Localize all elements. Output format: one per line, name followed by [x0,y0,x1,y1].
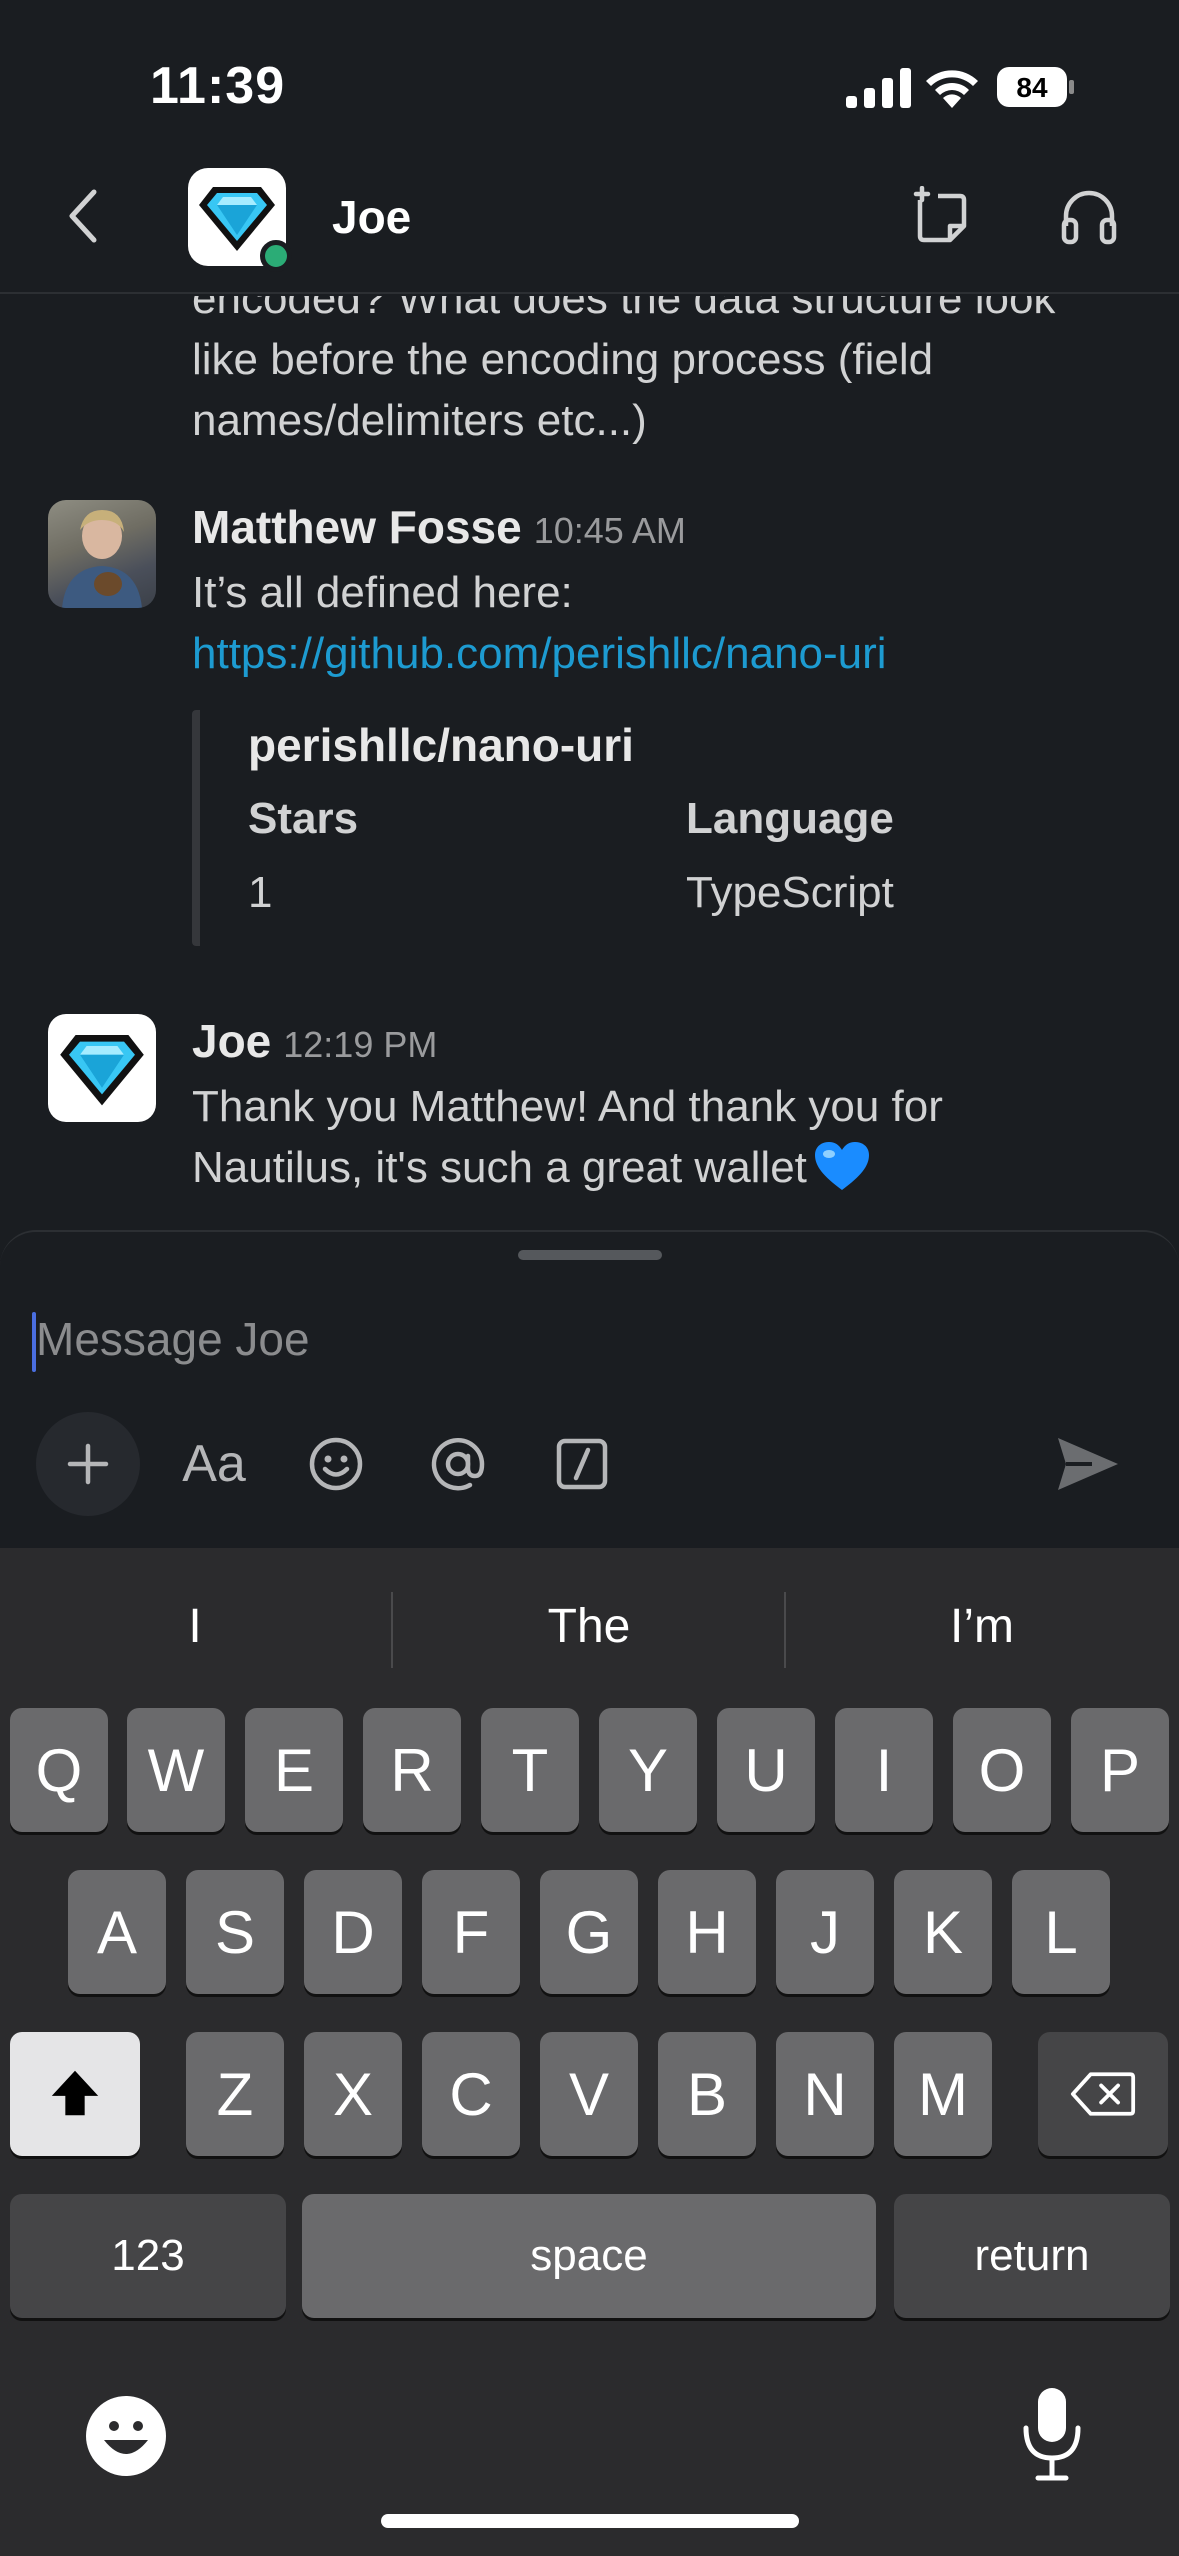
person-photo-icon [62,510,142,608]
canvas-icon[interactable] [910,186,972,248]
slash-command-icon [556,1438,608,1490]
sender-avatar[interactable] [48,1014,156,1122]
key-y[interactable]: Y [599,1708,697,1832]
mention-button[interactable] [406,1412,510,1516]
contact-name[interactable]: Joe [332,190,411,244]
composer-drag-handle[interactable] [518,1250,662,1260]
key-z[interactable]: Z [186,2032,284,2156]
message-text: It’s all defined here: https://github.co… [192,562,1122,684]
suggestion-divider [391,1592,393,1668]
cellular-signal-icon [846,68,911,108]
emoji-button[interactable] [284,1412,388,1516]
unfurl-field-label: Stars [248,794,359,843]
message-item[interactable]: Joe 12:19 PM Thank you Matthew! And thank… [0,1014,1179,1214]
emoji-keyboard-icon[interactable] [84,2394,168,2478]
suggestion-divider [784,1592,786,1668]
key-o[interactable]: O [953,1708,1051,1832]
status-time: 11:39 [150,57,286,115]
unfurl-title[interactable]: perishllc/nano-uri [248,718,634,772]
onscreen-keyboard: I The I’m Q W E R T Y U I O P A S D F G … [0,1548,1179,2556]
slash-command-button[interactable] [530,1412,634,1516]
wifi-icon [926,70,978,108]
home-indicator[interactable] [381,2514,799,2528]
plus-icon [67,1443,109,1485]
key-w[interactable]: W [127,1708,225,1832]
unfurl-field-label: Language [686,794,894,843]
numbers-key[interactable]: 123 [10,2194,286,2318]
key-u[interactable]: U [717,1708,815,1832]
sender-name[interactable]: Matthew Fosse [192,501,522,553]
channel-header: Joe [0,160,1179,294]
message-item[interactable]: Matthew Fosse 10:45 AM It’s all defined h… [0,500,1179,960]
keyboard-suggestions: I The I’m [0,1584,1179,1668]
suggestion-item[interactable]: I [0,1584,390,1668]
message-body: It’s all defined here: [192,568,573,617]
battery-level: 84 [1016,72,1048,103]
send-icon[interactable] [1052,1428,1124,1500]
key-f[interactable]: F [422,1870,520,1994]
key-c[interactable]: C [422,2032,520,2156]
shift-arrow-icon [51,2070,99,2116]
key-k[interactable]: K [894,1870,992,1994]
message-timestamp: 10:45 AM [533,510,686,551]
key-b[interactable]: B [658,2032,756,2156]
key-l[interactable]: L [1012,1870,1110,1994]
at-sign-icon [431,1437,485,1491]
message-text: Thank you Matthew! And thank you for Nau… [192,1076,1122,1198]
key-h[interactable]: H [658,1870,756,1994]
key-q[interactable]: Q [10,1708,108,1832]
status-bar: 11:39 84 [0,0,1179,170]
key-n[interactable]: N [776,2032,874,2156]
suggestion-item[interactable]: I’m [787,1584,1177,1668]
key-i[interactable]: I [835,1708,933,1832]
message-timestamp: 12:19 PM [283,1024,438,1065]
microphone-icon[interactable] [1016,2384,1088,2484]
key-g[interactable]: G [540,1870,638,1994]
backspace-key[interactable] [1038,2032,1168,2156]
message-header: Joe 12:19 PM [192,1014,437,1068]
message-list[interactable]: encoded? What does the data structure lo… [0,296,1179,1234]
suggestion-item[interactable]: The [394,1584,784,1668]
back-chevron-icon[interactable] [62,186,106,246]
key-v[interactable]: V [540,2032,638,2156]
key-m[interactable]: M [894,2032,992,2156]
key-d[interactable]: D [304,1870,402,1994]
sender-avatar[interactable] [48,500,156,608]
contact-avatar[interactable] [188,168,292,272]
key-x[interactable]: X [304,2032,402,2156]
key-e[interactable]: E [245,1708,343,1832]
presence-indicator [260,240,292,272]
partial-message-text: encoded? What does the data structure lo… [192,296,1056,445]
message-header: Matthew Fosse 10:45 AM [192,500,686,554]
headphones-icon[interactable] [1058,186,1120,248]
backspace-icon [1070,2072,1136,2116]
key-r[interactable]: R [363,1708,461,1832]
diamond-icon [60,1035,144,1106]
key-p[interactable]: P [1071,1708,1169,1832]
return-key[interactable]: return [894,2194,1170,2318]
sender-name[interactable]: Joe [192,1015,271,1067]
link-unfurl-card[interactable]: perishllc/nano-uri Stars 1 Language Type… [192,710,1092,946]
key-j[interactable]: J [776,1870,874,1994]
space-key[interactable]: space [302,2194,876,2318]
message-input[interactable] [36,1304,1096,1374]
message-link[interactable]: https://github.com/perishllc/nano-uri [192,629,887,678]
blue-heart-icon [814,1142,869,1190]
smiley-icon [309,1437,363,1491]
key-t[interactable]: T [481,1708,579,1832]
text-format-button[interactable]: Aa [162,1412,266,1516]
unfurl-field-value: 1 [248,868,273,917]
message-composer: Aa [0,1230,1179,1550]
unfurl-field-value: TypeScript [686,868,894,917]
shift-key[interactable] [10,2032,140,2156]
key-a[interactable]: A [68,1870,166,1994]
battery-icon: 84 [997,67,1074,107]
add-attachment-button[interactable] [36,1412,140,1516]
key-s[interactable]: S [186,1870,284,1994]
